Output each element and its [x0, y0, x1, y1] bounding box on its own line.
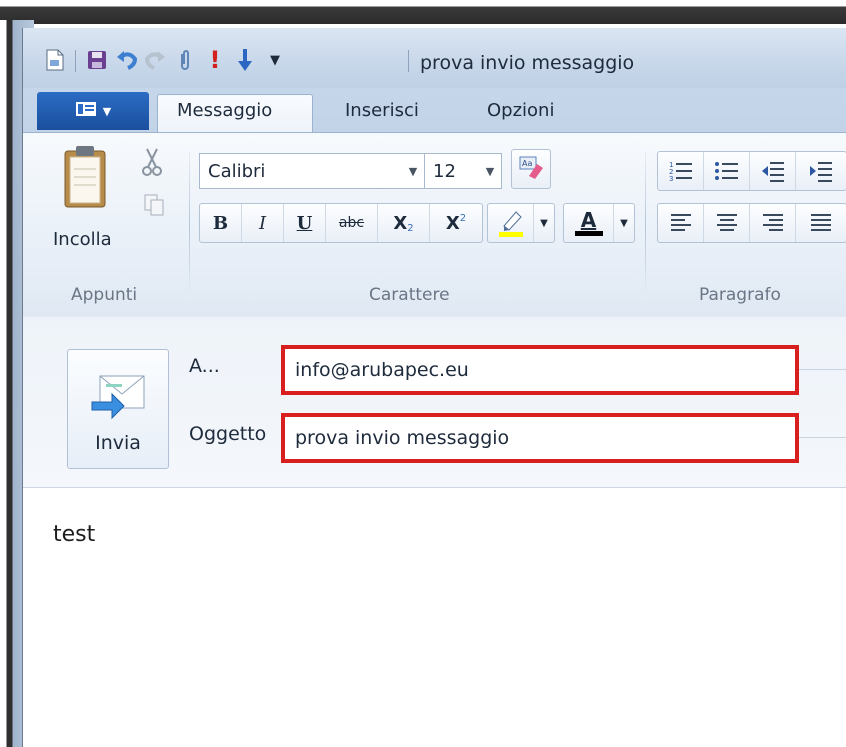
- to-label[interactable]: A...: [189, 355, 220, 377]
- font-size-value: 12: [433, 160, 456, 182]
- tab-inserisci[interactable]: Inserisci: [345, 100, 419, 121]
- to-field-extension: [799, 369, 846, 370]
- importance-low-icon[interactable]: [233, 48, 257, 72]
- save-icon[interactable]: [85, 48, 109, 72]
- list-buttons: 123: [657, 151, 846, 191]
- subject-label: Oggetto: [189, 423, 267, 445]
- svg-text:3: 3: [669, 175, 673, 183]
- highlighter-icon: [488, 204, 534, 242]
- group-separator: [645, 151, 646, 301]
- to-field[interactable]: info@arubapec.eu: [281, 345, 799, 395]
- bold-button[interactable]: B: [200, 204, 242, 242]
- undo-icon[interactable]: [115, 48, 139, 72]
- send-button[interactable]: Invia: [67, 349, 169, 469]
- send-label: Invia: [95, 432, 141, 454]
- qat-separator: [408, 50, 409, 72]
- message-header: Invia A... info@arubapec.eu Oggetto prov…: [23, 317, 846, 488]
- tab-messaggio[interactable]: Messaggio: [177, 100, 272, 121]
- desktop-frame-top: [0, 0, 846, 24]
- file-tab[interactable]: ▼: [37, 92, 149, 130]
- font-color-button[interactable]: A ▼: [563, 203, 635, 243]
- chevron-down-icon: ▼: [620, 217, 628, 229]
- quick-access-toolbar: ! ▼ prova invio messaggio: [23, 28, 846, 88]
- window-title: prova invio messaggio: [420, 52, 635, 74]
- group-label-paragrafo: Paragrafo: [699, 285, 781, 305]
- font-family-select[interactable]: Calibri ▼: [199, 153, 425, 189]
- font-color-icon: A: [564, 204, 614, 242]
- tab-opzioni[interactable]: Opzioni: [487, 100, 554, 121]
- to-value: info@arubapec.eu: [295, 359, 469, 381]
- paste-button[interactable]: Incolla: [49, 145, 119, 253]
- chevron-down-icon: ▼: [540, 217, 548, 229]
- numbered-list-icon[interactable]: 123: [658, 152, 704, 190]
- new-icon[interactable]: [43, 48, 67, 72]
- clear-formatting-button[interactable]: Aa: [511, 149, 551, 189]
- importance-high-icon[interactable]: !: [203, 46, 227, 74]
- subscript-label: X: [393, 212, 408, 234]
- bullet-list-icon[interactable]: [704, 152, 750, 190]
- send-mail-icon: [90, 372, 148, 424]
- group-separator: [189, 151, 190, 301]
- clipboard-icon: [63, 145, 107, 213]
- alignment-buttons: [657, 203, 846, 243]
- chevron-down-icon: ▼: [102, 104, 112, 118]
- decrease-indent-icon[interactable]: [750, 152, 796, 190]
- font-size-select[interactable]: 12 ▼: [424, 153, 502, 189]
- group-label-appunti: Appunti: [71, 285, 138, 305]
- subject-value: prova invio messaggio: [295, 427, 510, 449]
- qat-separator: [75, 50, 76, 72]
- subject-field-extension: [799, 437, 846, 438]
- strikethrough-button[interactable]: abc: [326, 204, 378, 242]
- font-style-buttons: B I U abc X2 X2: [199, 203, 483, 243]
- font-family-value: Calibri: [208, 160, 266, 182]
- align-center-icon[interactable]: [704, 204, 750, 242]
- paste-label: Incolla: [53, 229, 112, 250]
- font-color-letter: A: [580, 208, 597, 232]
- message-body-text: test: [53, 522, 96, 547]
- svg-text:Aa: Aa: [522, 159, 532, 168]
- justify-icon[interactable]: [796, 204, 846, 242]
- clear-formatting-icon: Aa: [517, 154, 545, 184]
- subject-field[interactable]: prova invio messaggio: [281, 413, 799, 463]
- compose-window: ! ▼ prova invio messaggio ▼ Messaggio In…: [22, 28, 846, 747]
- highlight-button[interactable]: ▼: [487, 203, 555, 243]
- increase-indent-icon[interactable]: [796, 152, 846, 190]
- copy-icon[interactable]: [143, 193, 165, 221]
- subscript-button[interactable]: X2: [378, 204, 430, 242]
- attach-icon[interactable]: [173, 48, 197, 72]
- redo-icon[interactable]: [143, 48, 167, 72]
- italic-button[interactable]: I: [242, 204, 284, 242]
- message-body-editor[interactable]: test: [23, 488, 846, 747]
- ribbon-tab-row: ▼ Messaggio Inserisci Opzioni: [23, 88, 846, 135]
- align-right-icon[interactable]: [750, 204, 796, 242]
- align-left-icon[interactable]: [658, 204, 704, 242]
- underline-button[interactable]: U: [284, 204, 326, 242]
- chevron-down-icon: ▼: [408, 164, 418, 178]
- chevron-down-icon: ▼: [485, 164, 495, 178]
- superscript-button[interactable]: X2: [430, 204, 482, 242]
- superscript-label: X: [445, 212, 460, 234]
- ribbon: Incolla Appunti Calibri ▼ 12 ▼ Aa B I U: [23, 132, 846, 318]
- group-label-carattere: Carattere: [369, 285, 450, 305]
- file-menu-icon: [75, 101, 97, 121]
- customize-icon[interactable]: ▼: [263, 48, 287, 72]
- cut-icon[interactable]: [141, 147, 163, 181]
